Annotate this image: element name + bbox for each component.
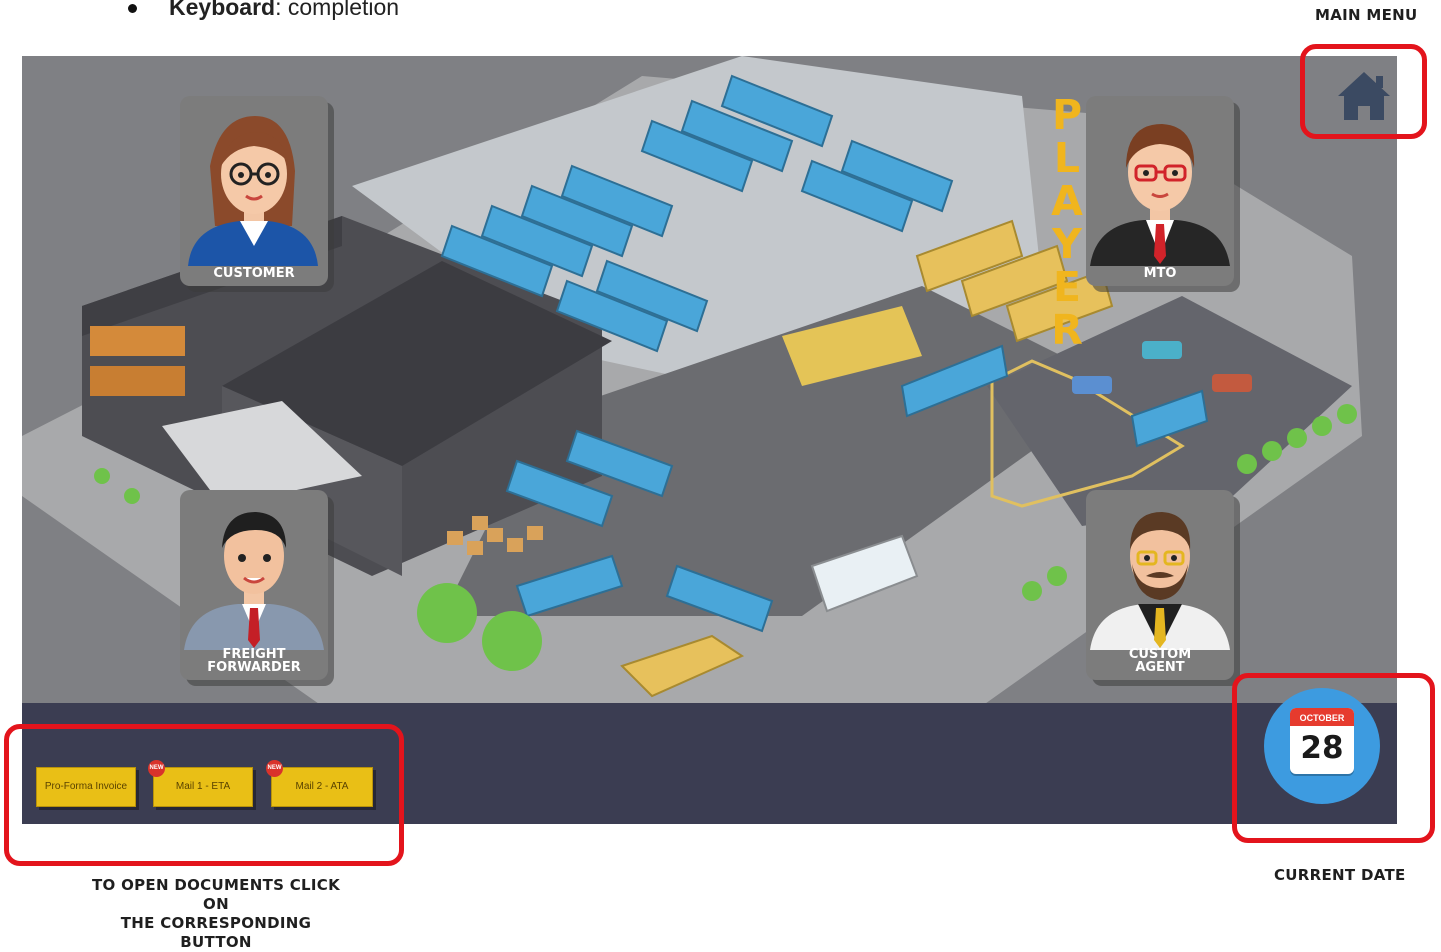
current-date-highlight [1232, 673, 1435, 843]
custom-agent-card[interactable]: CUSTOM AGENT [1086, 490, 1234, 680]
mto-card[interactable]: MTO [1086, 96, 1234, 286]
freight-forwarder-label: FREIGHT FORWARDER [180, 648, 328, 674]
player-letter: A [1051, 177, 1083, 225]
custom-agent-label: CUSTOM AGENT [1086, 648, 1234, 674]
freight-forwarder-card[interactable]: FREIGHT FORWARDER [180, 490, 328, 680]
main-menu-highlight [1300, 44, 1427, 139]
customer-avatar [188, 116, 318, 266]
customer-label: CUSTOMER [213, 266, 295, 281]
player-letter: P [1051, 91, 1083, 139]
instruction-line: Keyboard: completion [128, 0, 399, 21]
player-letter: E [1052, 263, 1081, 311]
main-menu-caption: MAIN MENU [1315, 6, 1418, 24]
documents-caption-line2: THE CORRESPONDING BUTTON [120, 914, 312, 951]
game-stage: CUSTOMER MTO FREIGHT FORWARDER CUSTOM AG… [22, 56, 1397, 824]
custom-agent-avatar [1090, 512, 1230, 650]
player-letter: R [1051, 306, 1083, 354]
customer-card[interactable]: CUSTOMER [180, 96, 328, 286]
documents-caption-line1: TO OPEN DOCUMENTS CLICK ON [91, 876, 341, 913]
current-date-caption: CURRENT DATE [1274, 866, 1406, 884]
instruction-key: Keyboard [169, 0, 276, 20]
freight-forwarder-avatar [184, 512, 324, 650]
custom-agent-label-line2: AGENT [1135, 660, 1185, 675]
documents-highlight [4, 724, 404, 866]
player-vertical-label: P L A Y E R [1050, 94, 1084, 352]
documents-caption: TO OPEN DOCUMENTS CLICK ON THE CORRESPON… [90, 876, 342, 952]
mto-label: MTO [1143, 266, 1177, 281]
player-letter: L [1053, 134, 1081, 182]
instruction-text: : completion [275, 0, 400, 20]
freight-forwarder-label-line2: FORWARDER [207, 660, 301, 675]
bullet-dot [128, 4, 137, 14]
mto-avatar [1090, 124, 1230, 266]
player-letter: Y [1052, 220, 1082, 268]
